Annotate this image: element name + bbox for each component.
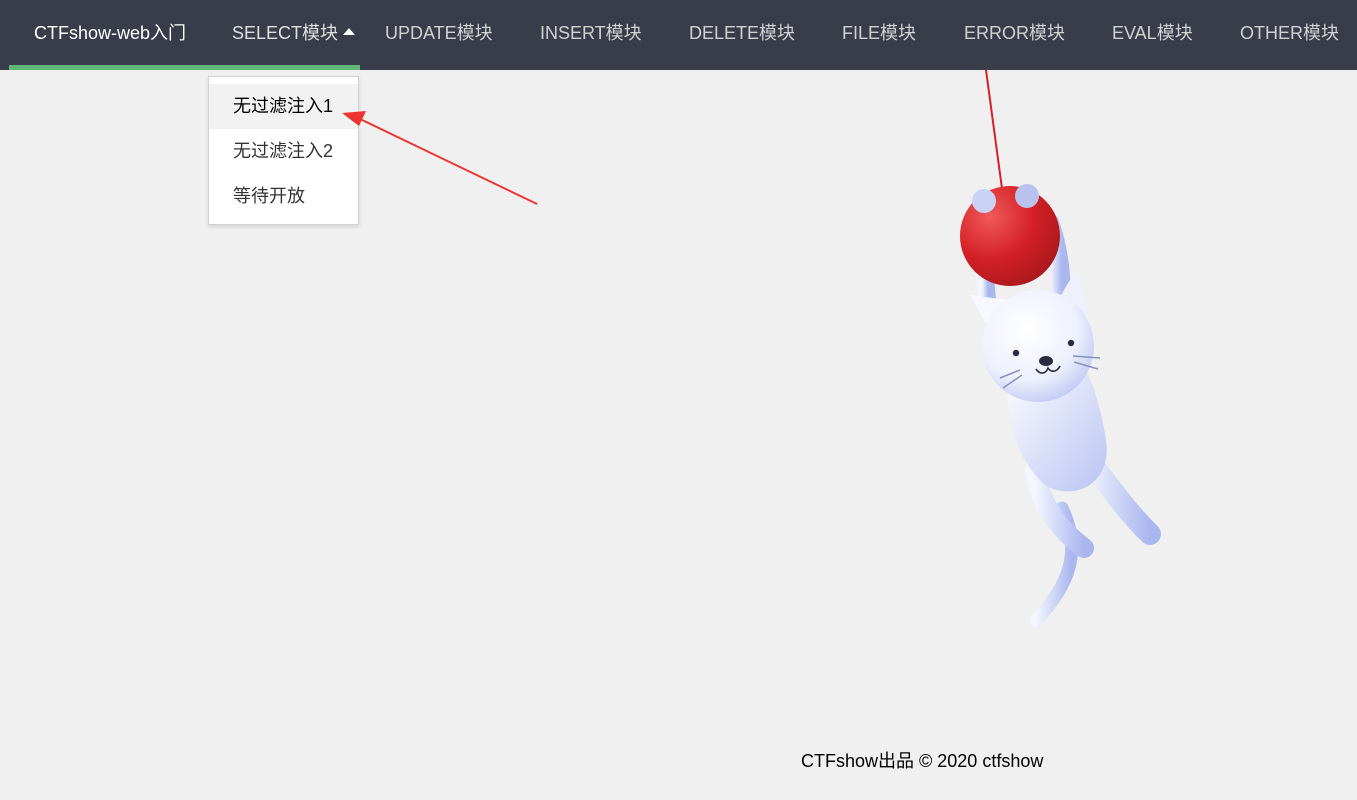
annotation-arrow [342, 111, 538, 205]
hanging-string [985, 69, 1004, 197]
illustration-layer [342, 69, 1161, 627]
footer-copyright: CTFshow出品 © 2020 ctfshow [801, 751, 1044, 771]
hanging-cat-illustration [960, 184, 1161, 627]
